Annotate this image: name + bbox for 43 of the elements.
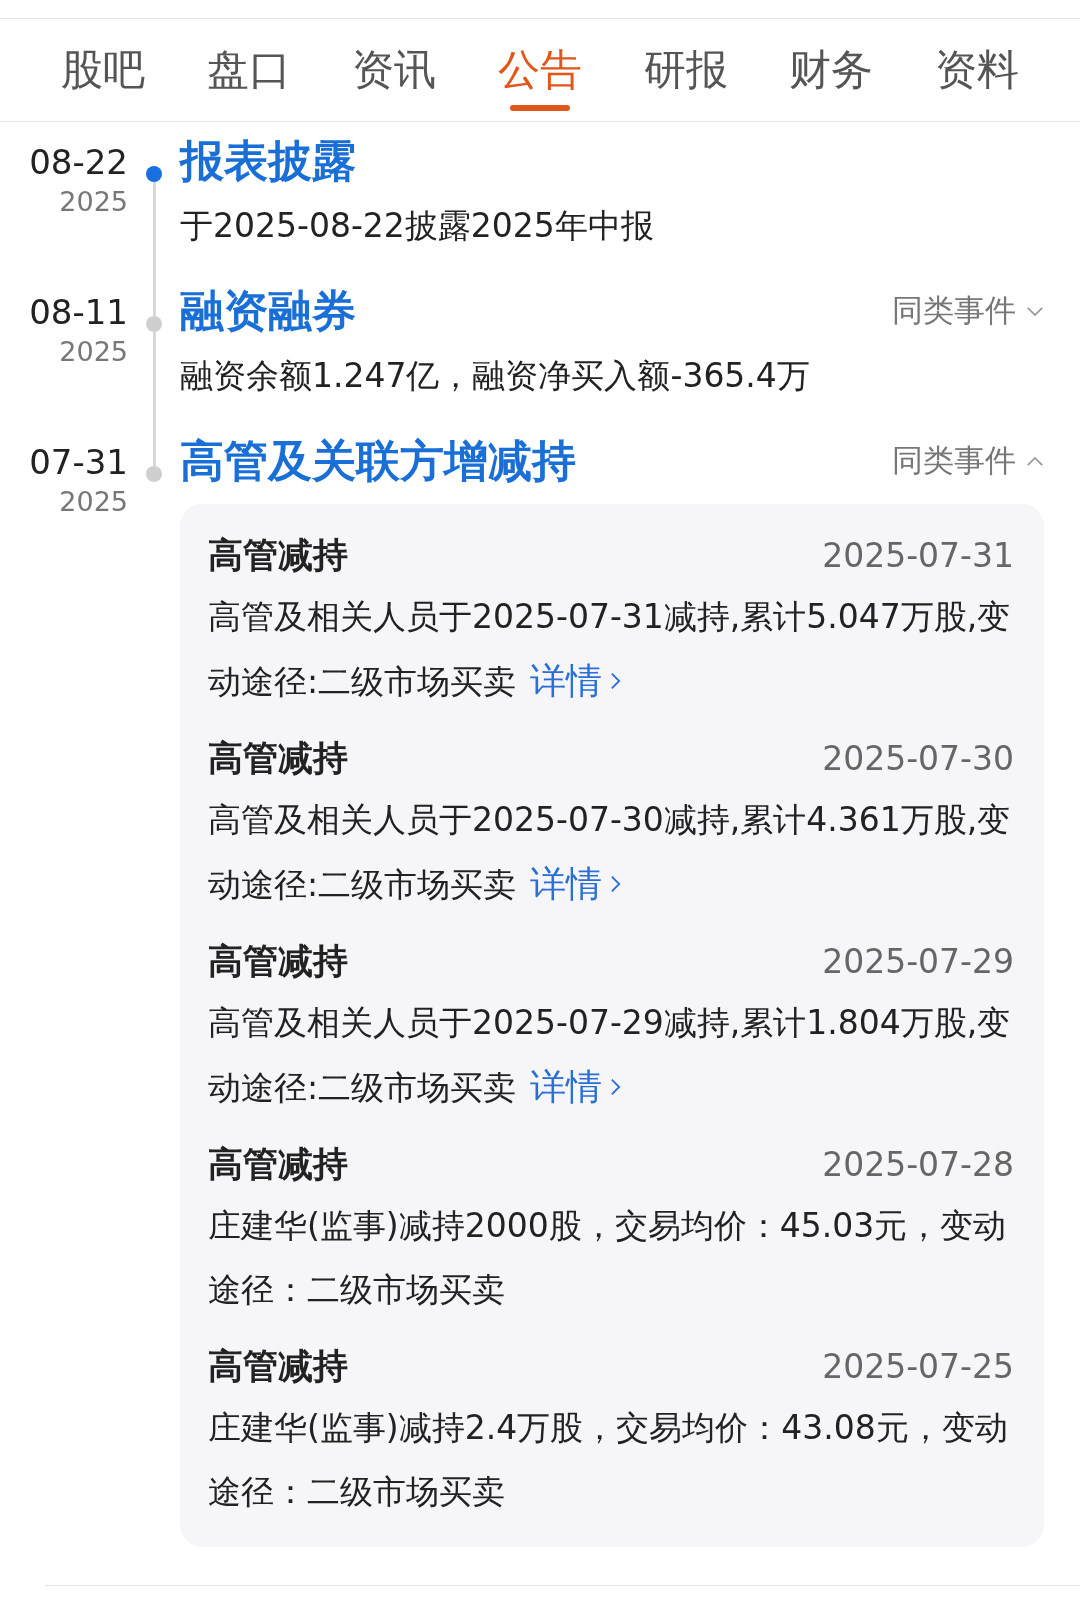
tab[interactable]: 财务 [785,19,878,121]
chevron-up-icon [1026,455,1044,467]
detail-link[interactable]: 详情 [530,852,622,916]
item-title: 高管减持 [208,736,348,780]
chevron-right-icon [610,874,622,894]
detail-link[interactable]: 详情 [530,649,622,713]
tab[interactable]: 资料 [931,19,1024,121]
item-text: 庄建华(监事)减持2000股，交易均价：45.03元，变动途径：二级市场买卖 [208,1205,1008,1311]
item-title: 高管减持 [208,1142,348,1186]
event-date: 08-11 [29,292,128,332]
chevron-right-icon [610,1077,622,1097]
detail-link[interactable]: 详情 [530,1055,622,1119]
chevron-right-icon [610,671,622,691]
item-date: 2025-07-30 [822,738,1014,778]
item-date: 2025-07-29 [822,941,1014,981]
event-title[interactable]: 报表披露 [180,130,356,192]
event-date: 07-31 [29,442,128,482]
item-text: 高管及相关人员于2025-07-31减持,累计5.047万股,变动途径:二级市场买卖 详情 [208,585,1014,714]
item-title: 高管减持 [208,533,348,577]
event-year: 2025 [59,336,128,367]
similar-events-toggle[interactable]: 同类事件 [892,290,1044,332]
item-title: 高管减持 [208,1344,348,1388]
event-year: 2025 [59,486,128,517]
event-year: 2025 [59,186,128,217]
event-title[interactable]: 融资融券 [180,280,356,342]
tab[interactable]: 研报 [639,19,732,121]
item-text: 高管及相关人员于2025-07-29减持,累计1.804万股,变动途径:二级市场买卖 详情 [208,991,1014,1120]
item-date: 2025-07-31 [822,535,1014,575]
event-title[interactable]: 高管及关联方增减持 [180,430,576,492]
item-text: 高管及相关人员于2025-07-30减持,累计4.361万股,变动途径:二级市场买卖 详情 [208,788,1014,917]
event-summary: 于2025-08-22披露2025年中报 [180,205,655,247]
item-text: 庄建华(监事)减持2.4万股，交易均价：43.08元，变动途径：二级市场买卖 [208,1407,1009,1513]
item-date: 2025-07-25 [822,1346,1014,1386]
tab[interactable]: 资讯 [348,19,441,121]
tab[interactable]: 公告 [493,19,586,121]
event-date: 08-22 [29,142,128,182]
event-summary: 融资余额1.247亿，融资净买入额-365.4万 [180,355,811,397]
item-date: 2025-07-28 [822,1144,1014,1184]
chevron-down-icon [1026,305,1044,317]
tab[interactable]: 盘口 [202,19,295,121]
similar-events-toggle[interactable]: 同类事件 [892,440,1044,482]
tab[interactable]: 股吧 [56,19,149,121]
item-title: 高管减持 [208,939,348,983]
